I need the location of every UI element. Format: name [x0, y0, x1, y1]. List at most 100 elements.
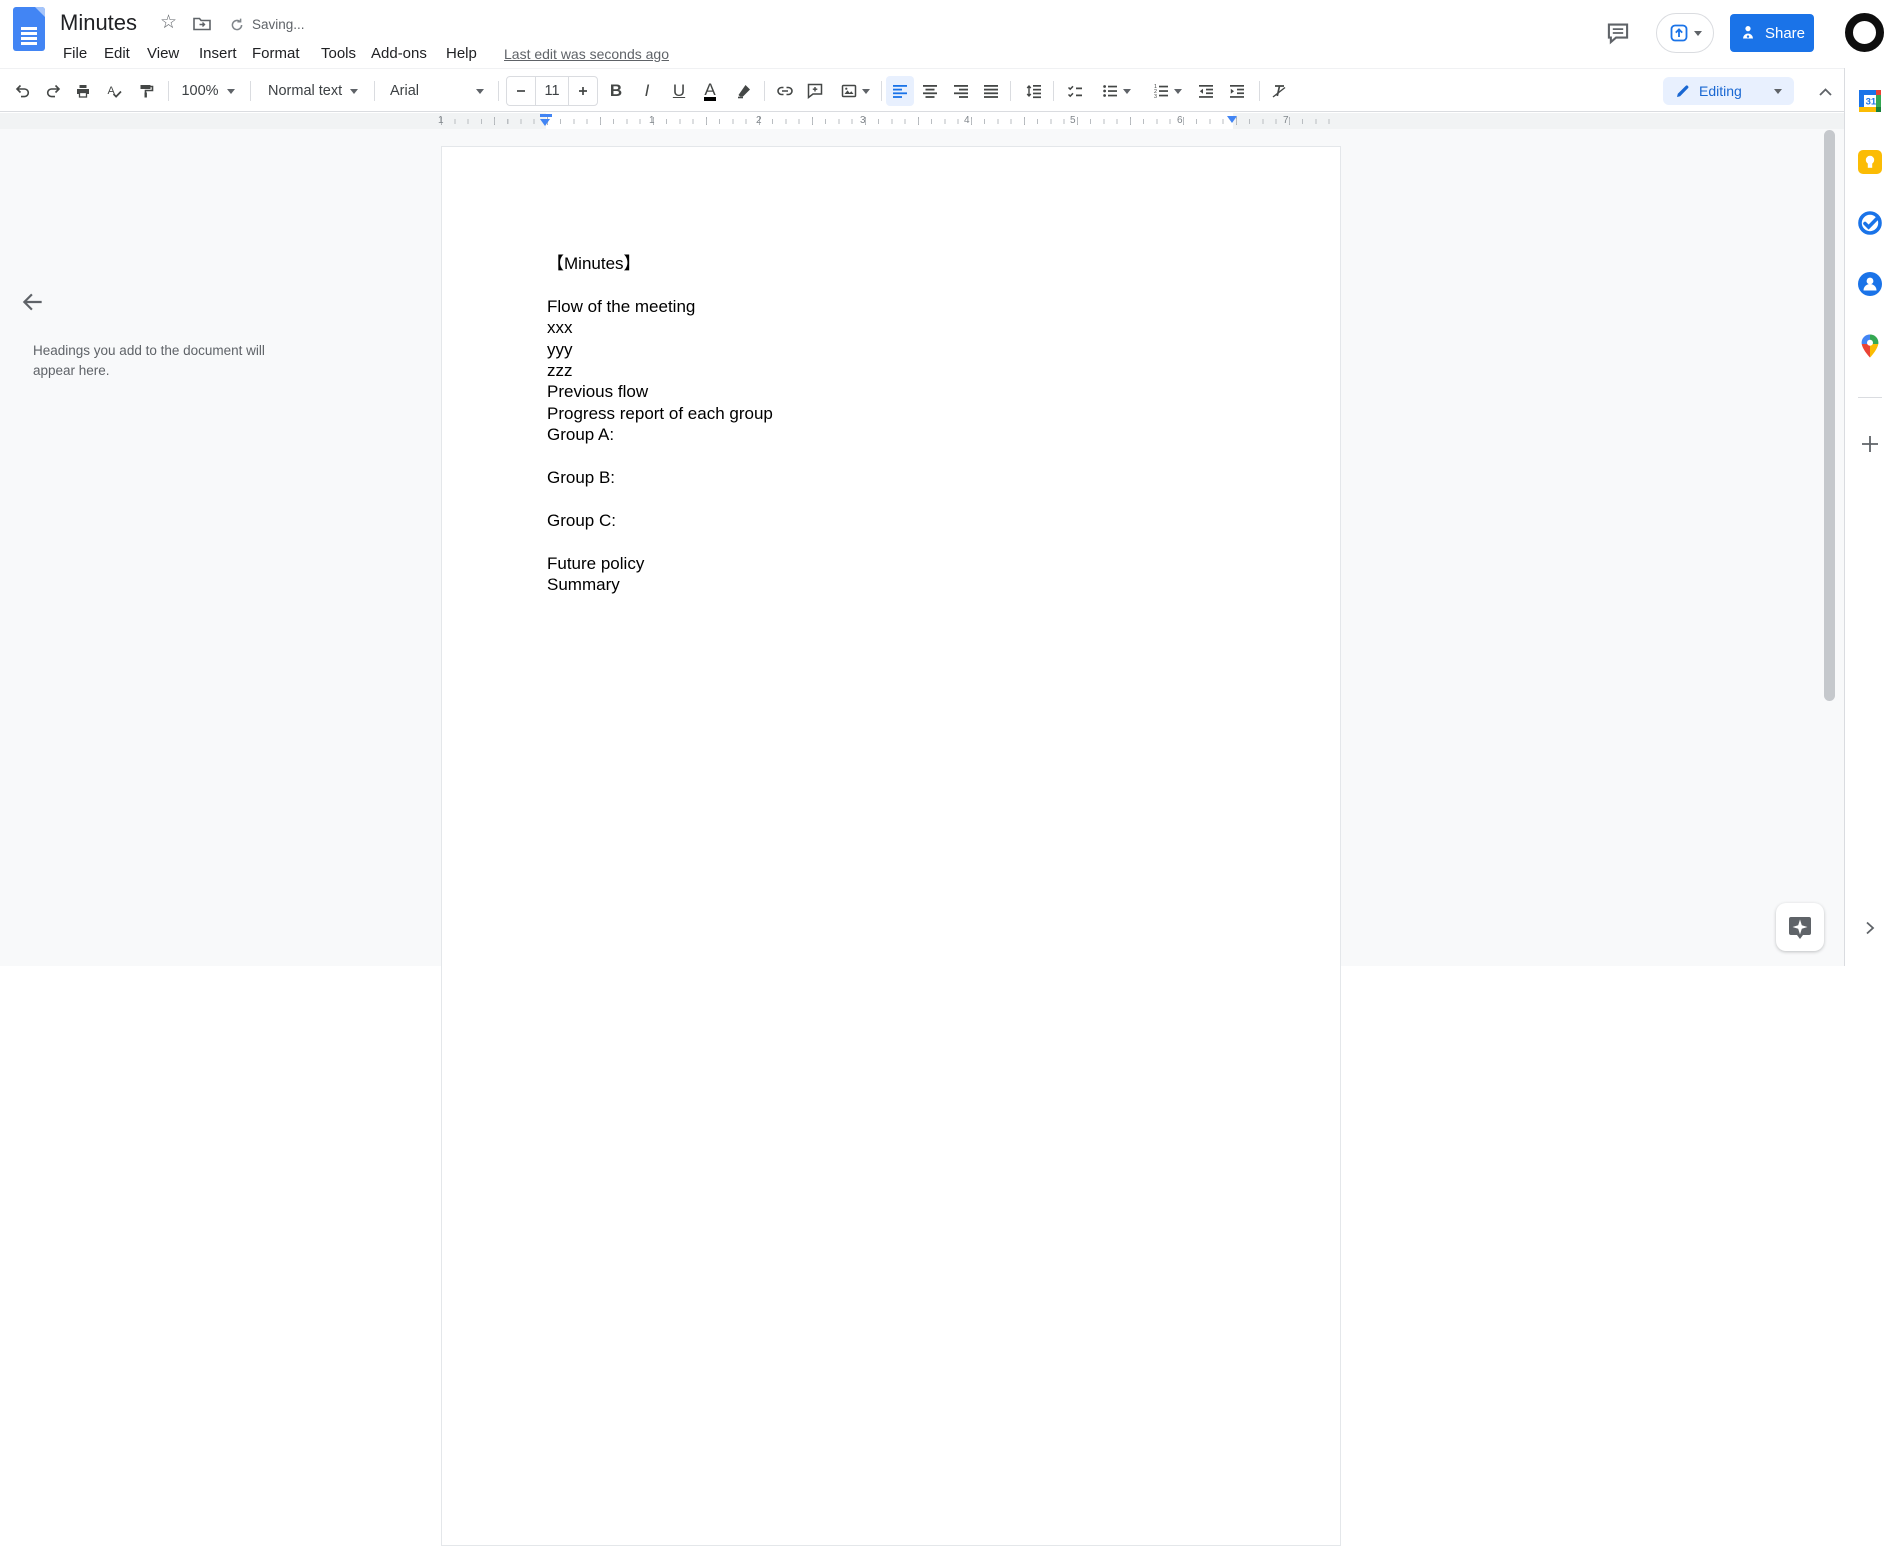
- close-outline-icon[interactable]: [20, 289, 46, 315]
- numbered-list-caret-icon: [1174, 88, 1182, 94]
- upload-button[interactable]: [1656, 13, 1714, 53]
- upload-caret-icon: [1693, 30, 1702, 36]
- zoom-select[interactable]: 100%: [176, 76, 240, 106]
- checklist-button[interactable]: [1061, 76, 1089, 106]
- keep-icon[interactable]: [1857, 149, 1883, 175]
- doc-line: Group B:: [547, 468, 616, 488]
- paragraph-style-value: Normal text: [268, 83, 343, 99]
- hide-menus-button[interactable]: [1811, 78, 1839, 104]
- share-person-icon: [1742, 26, 1753, 39]
- doc-line: yyy: [547, 339, 573, 359]
- svg-text:31: 31: [1866, 97, 1877, 108]
- bold-button[interactable]: B: [602, 76, 630, 106]
- doc-line: zzz: [547, 361, 573, 381]
- calendar-icon[interactable]: 31: [1857, 88, 1883, 114]
- align-center-button[interactable]: [916, 76, 944, 106]
- share-button[interactable]: Share: [1730, 14, 1814, 52]
- doc-line: [547, 531, 1235, 552]
- upload-arrow-icon: [1670, 24, 1687, 42]
- decrease-indent-button[interactable]: [1192, 76, 1220, 106]
- docs-logo-icon[interactable]: [13, 7, 45, 51]
- line-spacing-button[interactable]: [1020, 76, 1048, 106]
- document-title[interactable]: Minutes: [60, 10, 137, 36]
- insert-link-button[interactable]: [771, 76, 799, 106]
- bulleted-list-button[interactable]: [1091, 76, 1141, 106]
- pencil-icon: [1677, 85, 1689, 97]
- last-edit-link[interactable]: Last edit was seconds ago: [504, 46, 669, 62]
- zoom-value: 100%: [181, 83, 219, 99]
- svg-text:3: 3: [1154, 94, 1157, 100]
- zoom-caret-icon: [226, 88, 235, 94]
- menu-help[interactable]: Help: [446, 45, 477, 62]
- side-panel-divider: [1858, 397, 1882, 398]
- maps-icon[interactable]: [1857, 333, 1883, 359]
- contacts-icon[interactable]: [1857, 271, 1883, 297]
- saving-status[interactable]: Saving...: [252, 17, 305, 32]
- document-page[interactable]: 【Minutes】 Flow of the meeting xxx yyy zz…: [441, 146, 1341, 1546]
- font-size-input[interactable]: 11: [535, 77, 569, 105]
- explore-icon: [1789, 917, 1811, 939]
- font-caret-icon: [476, 88, 484, 94]
- saving-sync-icon: [231, 18, 243, 31]
- right-indent-marker[interactable]: [1227, 116, 1237, 123]
- share-label: Share: [1764, 24, 1806, 42]
- editing-mode-select[interactable]: Editing: [1663, 77, 1794, 105]
- align-right-button[interactable]: [947, 76, 975, 106]
- increase-font-size-button[interactable]: [569, 77, 597, 105]
- doc-line: [547, 274, 1235, 295]
- font-select[interactable]: Arial: [384, 76, 490, 106]
- companion-side-panel: 31: [1844, 68, 1894, 966]
- doc-line: [547, 446, 1235, 467]
- clear-formatting-button[interactable]: [1265, 76, 1293, 106]
- font-value: Arial: [390, 83, 420, 99]
- style-caret-icon: [350, 88, 358, 94]
- star-icon[interactable]: ☆: [160, 11, 177, 34]
- get-addons-icon[interactable]: [1859, 433, 1881, 455]
- paint-format-button[interactable]: [132, 76, 160, 106]
- vertical-scrollbar-thumb[interactable]: [1824, 130, 1835, 701]
- outline-placeholder: Headings you add to the document will ap…: [33, 343, 265, 378]
- menu-tools[interactable]: Tools: [321, 45, 356, 62]
- align-left-button[interactable]: [886, 76, 914, 106]
- increase-indent-button[interactable]: [1223, 76, 1251, 106]
- editing-caret-icon: [1774, 88, 1782, 94]
- format-toolbar: A 100% Normal text Arial 11 B I U A 1 2 …: [0, 68, 1844, 112]
- align-justify-button[interactable]: [977, 76, 1005, 106]
- doc-line: [547, 488, 1235, 509]
- menu-view[interactable]: View: [147, 45, 179, 62]
- open-comments-icon[interactable]: [1605, 20, 1631, 46]
- menu-format[interactable]: Format: [252, 45, 300, 62]
- text-color-button[interactable]: A: [696, 76, 724, 106]
- hide-side-panel-icon[interactable]: [1863, 920, 1877, 936]
- move-to-folder-icon[interactable]: [192, 14, 212, 34]
- title-bar: Minutes ☆ Saving... File Edit View Inser…: [0, 0, 1894, 68]
- paragraph-style-select[interactable]: Normal text: [262, 76, 364, 106]
- spell-check-button[interactable]: A: [100, 76, 128, 106]
- print-button[interactable]: [69, 76, 97, 106]
- highlight-color-button[interactable]: [730, 76, 758, 106]
- doc-line: Group A:: [547, 425, 615, 445]
- menu-file[interactable]: File: [63, 45, 87, 62]
- redo-button[interactable]: [39, 76, 67, 106]
- doc-line: Summary: [547, 575, 620, 595]
- horizontal-ruler: 1 1 2 3 4 5 6 7: [0, 113, 1844, 129]
- italic-button[interactable]: I: [633, 76, 661, 106]
- add-comment-button[interactable]: [801, 76, 829, 106]
- menu-insert[interactable]: Insert: [199, 45, 237, 62]
- doc-line: xxx: [547, 318, 573, 338]
- explore-button[interactable]: [1776, 903, 1824, 951]
- font-size-group: 11: [506, 76, 598, 106]
- decrease-font-size-button[interactable]: [507, 77, 535, 105]
- first-line-indent-marker[interactable]: [540, 114, 552, 117]
- underline-button[interactable]: U: [665, 76, 693, 106]
- undo-button[interactable]: [9, 76, 37, 106]
- editor-canvas: Headings you add to the document will ap…: [0, 129, 1844, 1546]
- insert-image-button[interactable]: [831, 76, 879, 106]
- left-indent-marker[interactable]: [540, 119, 550, 126]
- image-caret-icon: [862, 88, 870, 94]
- tasks-icon[interactable]: [1857, 210, 1883, 236]
- menu-edit[interactable]: Edit: [104, 45, 130, 62]
- account-avatar[interactable]: [1845, 13, 1884, 52]
- numbered-list-button[interactable]: 123: [1142, 76, 1192, 106]
- menu-addons[interactable]: Add-ons: [371, 45, 427, 62]
